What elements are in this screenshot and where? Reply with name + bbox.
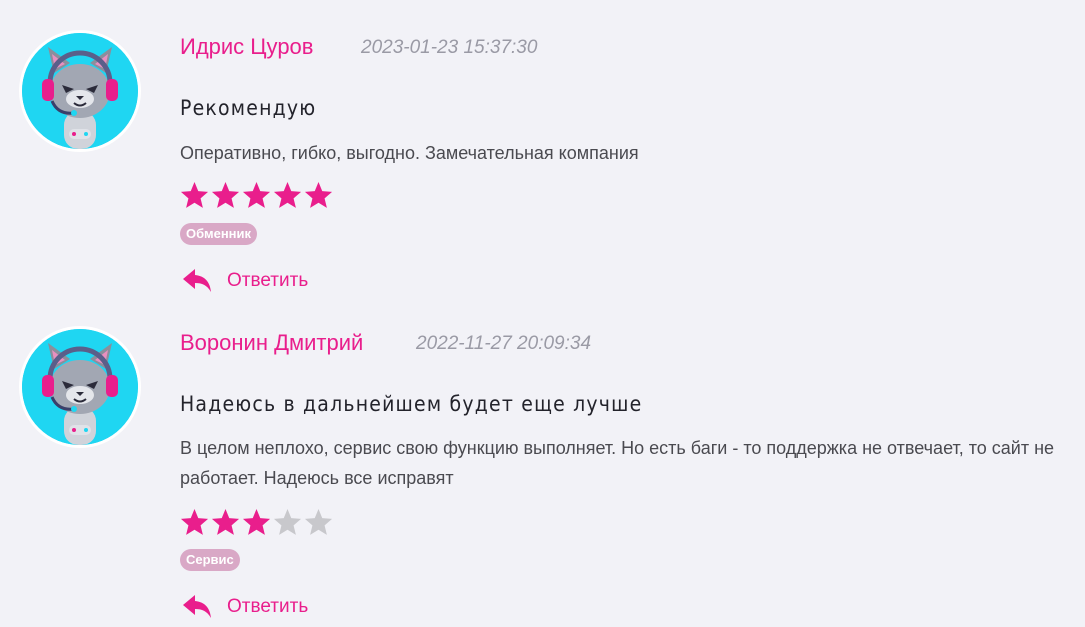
reply-label: Ответить <box>227 270 309 291</box>
star-filled-icon <box>180 181 209 208</box>
review-title: Рекомендую <box>180 96 317 120</box>
review-author[interactable]: Идрис Цуров <box>180 34 313 60</box>
review-date: 2023-01-23 15:37:30 <box>361 37 538 58</box>
reply-label: Ответить <box>227 596 309 617</box>
star-filled-icon <box>180 508 209 535</box>
review-text: В целом неплохо, сервис свою функцию вып… <box>180 438 1055 488</box>
reply-arrow-icon <box>183 269 211 292</box>
star-filled-icon <box>273 181 302 208</box>
category-tag: Сервис <box>180 549 240 571</box>
category-tag: Обменник <box>180 223 258 245</box>
rating-stars <box>179 507 334 538</box>
avatar <box>19 326 141 448</box>
gamer-cat-avatar-icon <box>22 329 138 445</box>
review-text: Оперативно, гибко, выгодно. Замечательна… <box>180 143 639 163</box>
reply-button[interactable]: Ответить <box>182 268 308 294</box>
star-filled-icon <box>211 181 240 208</box>
reply-button[interactable]: Ответить <box>182 594 308 620</box>
star-filled-icon <box>211 508 240 535</box>
reply-arrow-icon <box>183 595 211 618</box>
review-author[interactable]: Воронин Дмитрий <box>180 330 363 356</box>
review-title: Надеюсь в дальнейшем будет еще лучше <box>180 392 643 416</box>
star-filled-icon <box>304 181 333 208</box>
gamer-cat-avatar-icon <box>22 33 138 149</box>
review-date: 2022-11-27 20:09:34 <box>416 333 592 354</box>
star-filled-icon <box>242 508 271 535</box>
rating-stars <box>179 180 334 211</box>
star-empty-icon <box>304 508 333 535</box>
star-filled-icon <box>242 181 271 208</box>
avatar <box>19 30 141 152</box>
star-empty-icon <box>273 508 302 535</box>
